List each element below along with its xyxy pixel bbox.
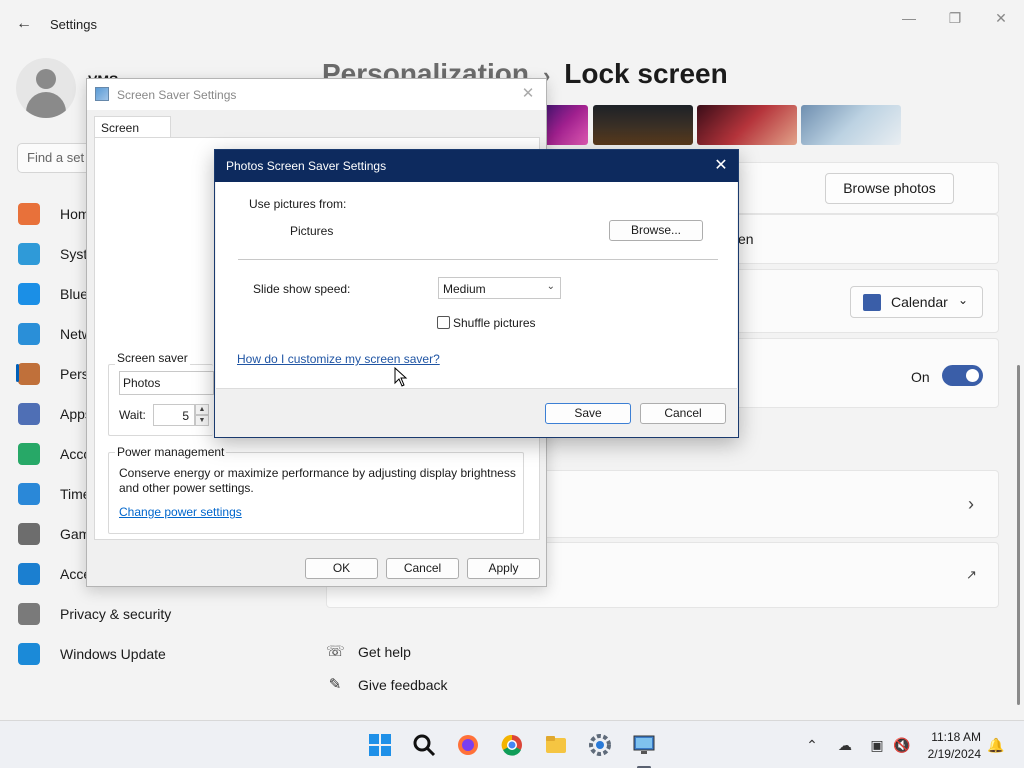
give-feedback-link[interactable]: ✎ Give feedback xyxy=(326,676,448,694)
screensaver-window-titlebar: Screen Saver Settings ✕ xyxy=(87,79,546,110)
avatar[interactable] xyxy=(16,58,76,118)
wifi-icon xyxy=(18,323,40,345)
wait-minutes-input[interactable]: 5 xyxy=(153,404,195,426)
photos-dialog-body: Use pictures from: Pictures Browse... Sl… xyxy=(216,182,737,388)
settings-icon[interactable] xyxy=(586,731,614,759)
pictures-folder-path: Pictures xyxy=(290,224,334,238)
close-button[interactable]: ✕ xyxy=(986,8,1016,28)
help-icon: ☏ xyxy=(326,643,345,660)
dialog-divider xyxy=(238,259,718,260)
external-link-icon: ↗ xyxy=(966,567,977,582)
sidebar-item-label: Windows Update xyxy=(60,646,166,662)
chrome-icon[interactable] xyxy=(498,731,526,759)
photos-screensaver-dialog: Photos Screen Saver Settings ✕ Use pictu… xyxy=(214,149,739,438)
app-title: Settings xyxy=(50,17,97,32)
clock-time[interactable]: 11:18 AM xyxy=(928,730,981,744)
system-icon xyxy=(18,243,40,265)
taskbar: ⌃ ☁ ▣ 🔇 11:18 AM 2/19/2024 🔔 xyxy=(0,720,1024,768)
file-explorer-icon[interactable] xyxy=(542,731,570,759)
get-help-link[interactable]: ☏ Get help xyxy=(326,643,411,661)
photos-dialog-titlebar: Photos Screen Saver Settings ✕ xyxy=(215,150,738,182)
cancel-button[interactable]: Cancel xyxy=(386,558,459,579)
photos-dialog-close-icon[interactable]: ✕ xyxy=(711,156,731,176)
bluetooth-icon xyxy=(18,283,40,305)
back-button[interactable]: ← xyxy=(14,14,34,34)
settings-titlebar: ← Settings — ❐ ✕ xyxy=(0,0,1024,48)
sidebar-item-privacy-security[interactable]: Privacy & security xyxy=(18,598,308,630)
save-button[interactable]: Save xyxy=(545,403,631,424)
lock-thumbnail-4[interactable] xyxy=(801,105,901,145)
customize-screensaver-help-link[interactable]: How do I customize my screen saver? xyxy=(237,352,440,366)
screensaver-app-icon xyxy=(95,87,109,101)
gaming-icon xyxy=(18,523,40,545)
browse-photos-button[interactable]: Browse photos xyxy=(825,173,954,204)
screensaver-group-label: Screen saver xyxy=(115,351,190,365)
screensaver-app-icon[interactable] xyxy=(630,731,658,759)
power-management-label: Power management xyxy=(115,445,227,459)
photos-dialog-title: Photos Screen Saver Settings xyxy=(226,159,387,173)
nav-active-indicator xyxy=(16,364,19,382)
chevron-down-icon: ⌄ xyxy=(546,281,555,292)
use-pictures-label: Use pictures from: xyxy=(249,197,347,211)
accounts-icon xyxy=(18,443,40,465)
scrollbar[interactable] xyxy=(1017,365,1020,705)
shield-icon xyxy=(18,603,40,625)
notification-bell-icon[interactable]: 🔔 xyxy=(986,735,1006,755)
signin-background-toggle[interactable] xyxy=(942,365,983,386)
feedback-icon: ✎ xyxy=(328,676,342,693)
home-icon xyxy=(18,203,40,225)
mouse-cursor-icon xyxy=(394,367,408,387)
apps-icon xyxy=(18,403,40,425)
power-management-description: Conserve energy or maximize performance … xyxy=(119,466,516,495)
wait-label: Wait: xyxy=(119,408,146,422)
slideshow-speed-label: Slide show speed: xyxy=(253,282,351,296)
sidebar-item-label: Privacy & security xyxy=(60,606,172,622)
volume-muted-icon[interactable]: 🔇 xyxy=(892,735,912,755)
maximize-button[interactable]: ❐ xyxy=(940,8,970,28)
related-screensaver-card[interactable] xyxy=(540,470,999,538)
lock-thumbnail-2[interactable] xyxy=(593,105,693,145)
slideshow-speed-select[interactable]: Medium ⌄ xyxy=(438,277,561,299)
page-title: Lock screen xyxy=(564,58,728,89)
browse-button[interactable]: Browse... xyxy=(609,220,703,241)
start-icon[interactable] xyxy=(366,731,394,759)
cloud-offline-icon[interactable]: ☁ xyxy=(835,735,855,755)
wait-increment-button[interactable]: ▲ xyxy=(195,404,209,415)
change-power-settings-link[interactable]: Change power settings xyxy=(119,505,242,519)
brush-icon xyxy=(18,363,40,385)
chevron-up-icon[interactable]: ⌃ xyxy=(802,735,822,755)
photos-cancel-button[interactable]: Cancel xyxy=(640,403,726,424)
ok-button[interactable]: OK xyxy=(305,558,378,579)
dialog-footer-divider xyxy=(216,388,737,389)
search-input[interactable]: Find a set xyxy=(17,143,97,173)
minimize-button[interactable]: — xyxy=(894,8,924,28)
chevron-down-icon: ⌄ xyxy=(958,293,969,307)
slideshow-speed-value: Medium xyxy=(443,282,486,296)
firefox-icon[interactable] xyxy=(454,731,482,759)
partial-row-text: en xyxy=(738,231,754,247)
screensaver-window-close-icon[interactable]: ✕ xyxy=(518,84,538,104)
time-icon xyxy=(18,483,40,505)
sidebar-item-windows-update[interactable]: Windows Update xyxy=(18,638,308,670)
calendar-label: Calendar xyxy=(891,294,948,310)
apply-button[interactable]: Apply xyxy=(467,558,540,579)
screensaver-window-title: Screen Saver Settings xyxy=(117,88,237,102)
screensaver-select[interactable]: Photos xyxy=(119,371,214,395)
calendar-icon xyxy=(863,294,881,311)
accessibility-icon xyxy=(18,563,40,585)
update-icon xyxy=(18,643,40,665)
calendar-dropdown[interactable]: Calendar ⌄ xyxy=(850,286,983,318)
search-icon[interactable] xyxy=(410,731,438,759)
tab-screen-saver[interactable]: Screen Saver xyxy=(94,116,171,149)
wait-decrement-button[interactable]: ▼ xyxy=(195,415,209,426)
clock-date[interactable]: 2/19/2024 xyxy=(923,747,981,761)
shuffle-pictures-label[interactable]: Shuffle pictures xyxy=(453,316,536,330)
shuffle-pictures-checkbox[interactable] xyxy=(437,316,450,329)
lock-thumbnail-1[interactable] xyxy=(540,105,588,145)
chevron-right-icon: › xyxy=(968,494,974,514)
toggle-state-label: On xyxy=(911,369,930,385)
lock-thumbnail-3[interactable] xyxy=(697,105,797,145)
network-icon[interactable]: ▣ xyxy=(867,735,887,755)
